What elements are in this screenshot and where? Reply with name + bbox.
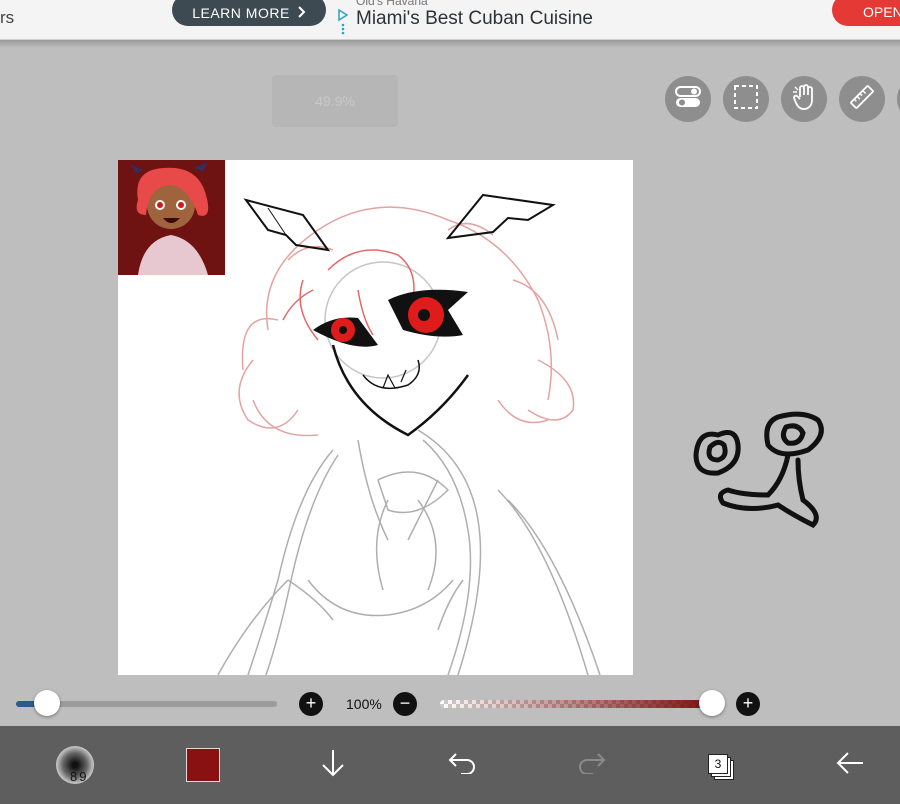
learn-more-label: LEARN MORE [192, 5, 290, 21]
ad-divider [0, 40, 900, 48]
redo-button[interactable] [576, 726, 608, 804]
adchoices-icon[interactable] [338, 8, 349, 36]
ruler-icon [849, 84, 875, 115]
bottom-toolbar: 89 3 [0, 726, 900, 804]
selection-tool-button[interactable] [723, 76, 769, 122]
hand-icon [791, 83, 817, 116]
increase-opacity-button[interactable]: + [736, 692, 760, 716]
brush-size-value: 89 [70, 769, 89, 784]
layer-count: 3 [708, 754, 728, 774]
chevron-right-icon [298, 5, 306, 21]
opacity-thumb[interactable] [699, 690, 725, 716]
undo-icon [447, 752, 477, 779]
decrease-button[interactable]: − [393, 692, 417, 716]
selection-icon [733, 84, 759, 115]
toggle-tool-button[interactable] [665, 76, 711, 122]
download-icon [319, 748, 347, 783]
redo-icon [577, 752, 607, 779]
opacity-slider[interactable] [440, 700, 712, 708]
layers-button[interactable]: 3 [704, 726, 738, 804]
undo-button[interactable] [446, 726, 478, 804]
back-arrow-icon [835, 751, 865, 780]
brush-button[interactable]: 89 [56, 726, 94, 804]
layers-icon: 3 [705, 749, 737, 781]
canvas-doodle [688, 405, 838, 540]
toggle-icon [674, 85, 702, 114]
ruler-tool-button[interactable] [839, 76, 885, 122]
ad-headline[interactable]: Miami's Best Cuban Cuisine [356, 8, 593, 30]
ad-text-fragment: rs [0, 8, 15, 27]
color-swatch [186, 748, 220, 782]
ad-advertiser: Old's Havana [356, 0, 428, 8]
zoom-percentage: 100% [346, 696, 382, 712]
brush-size-thumb[interactable] [34, 690, 61, 716]
reference-image[interactable] [118, 160, 225, 275]
back-button[interactable] [834, 726, 866, 804]
ad-banner[interactable]: rs LEARN MORE Old's Havana Miami's Best … [0, 0, 900, 40]
increase-size-button[interactable]: + [299, 692, 323, 716]
zoom-indicator: 49.9% [272, 75, 398, 127]
color-button[interactable] [186, 726, 220, 804]
learn-more-button[interactable]: LEARN MORE [172, 0, 326, 26]
open-button[interactable]: OPEN [832, 0, 900, 26]
hand-tool-button[interactable] [781, 76, 827, 122]
download-button[interactable] [318, 726, 348, 804]
